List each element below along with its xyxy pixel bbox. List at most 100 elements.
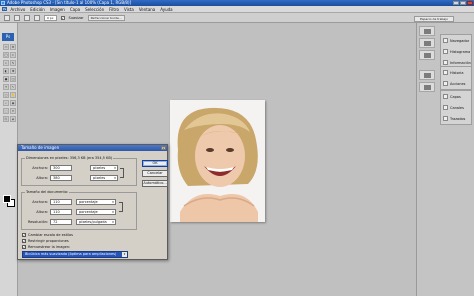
- move-tool-icon[interactable]: ✥: [10, 44, 16, 50]
- pen-tool-icon[interactable]: ✦: [10, 108, 16, 114]
- dialog-close-icon[interactable]: ×: [161, 146, 166, 150]
- info-icon[interactable]: [419, 50, 435, 60]
- menu-filtro[interactable]: Filtro: [109, 7, 119, 12]
- menu-capa[interactable]: Capa: [70, 7, 80, 12]
- menu-ayuda[interactable]: Ayuda: [160, 7, 172, 12]
- history-brush-tool-icon[interactable]: ◫: [10, 76, 16, 82]
- menu-edicion[interactable]: Edición: [30, 7, 44, 12]
- notes-tool-icon[interactable]: ⎘: [3, 116, 9, 122]
- scale-styles-checkbox[interactable]: ✓: [22, 233, 26, 237]
- resolution-unit-select[interactable]: píxeles/pulgada ▾: [76, 219, 116, 225]
- workspace-tab[interactable]: Espacio de trabajo: [414, 16, 454, 22]
- menu-ventana[interactable]: Ventana: [139, 7, 155, 12]
- minimize-button[interactable]: [453, 1, 459, 5]
- panel-channels[interactable]: Canales: [441, 102, 471, 113]
- resolution-unit-value: píxeles/pulgada: [79, 220, 107, 224]
- resample-option[interactable]: ✓ Remuestrear la imagen:: [22, 245, 70, 249]
- chevron-down-icon: ▾: [114, 166, 116, 170]
- navigator-icon[interactable]: [419, 26, 435, 36]
- panel-histogram-label: Histograma: [450, 49, 471, 54]
- ps-logo: Ps: [2, 33, 14, 41]
- chevron-down-icon: ▾: [112, 220, 114, 224]
- add-selection-icon[interactable]: [24, 14, 30, 21]
- subtract-selection-icon[interactable]: [34, 14, 40, 21]
- pixel-height-input[interactable]: 380: [50, 175, 72, 181]
- chevron-down-icon: ▾: [122, 252, 127, 257]
- doc-width-input[interactable]: 110: [50, 199, 72, 205]
- pixel-width-unit-value: píxeles: [93, 166, 106, 170]
- resample-method-value: Bicúbica más suavizada (óptima para ampl…: [25, 252, 117, 256]
- foreground-color-swatch[interactable]: [3, 195, 11, 203]
- antialias-checkbox[interactable]: ✓: [60, 15, 65, 20]
- crop-tool-icon[interactable]: ⌖: [3, 60, 9, 66]
- paths-icon: [443, 116, 448, 121]
- doc-height-unit-select[interactable]: porcentaje ▾: [76, 209, 116, 215]
- maximize-button[interactable]: [460, 1, 466, 5]
- panel-paths[interactable]: Trazados: [441, 113, 471, 124]
- pixel-link-bracket: [120, 168, 124, 178]
- ok-button[interactable]: OK: [142, 160, 168, 167]
- color-swatches[interactable]: [3, 195, 15, 207]
- panel-paths-label: Trazados: [450, 116, 466, 121]
- menu-archivo[interactable]: Archivo: [10, 7, 25, 12]
- menu-bar: Ps Archivo Edición Imagen Capa Selección…: [0, 6, 474, 13]
- pixel-width-label: Anchura:: [32, 166, 48, 170]
- magic-wand-tool-icon[interactable]: ✂: [10, 52, 16, 58]
- dialog-title: Tamaño de imagen: [18, 145, 167, 151]
- scale-styles-option[interactable]: ✓ Cambiar escala de estilos: [22, 233, 73, 237]
- toolbox: Ps ▭ ✥ ◯ ✂ ⌖ ✎ ◐ ✚ ● ◫ T ↖ ▢ ✋ ⌕ ◉ ⬚ ✦ ⎘…: [0, 23, 18, 296]
- constrain-proportions-option[interactable]: ✓ Restringir proporciones: [22, 239, 69, 243]
- path-selection-tool-icon[interactable]: ↖: [10, 84, 16, 90]
- resample-method-select[interactable]: Bicúbica más suavizada (óptima para ampl…: [22, 251, 128, 258]
- slice-tool-icon[interactable]: ✎: [10, 60, 16, 66]
- constrain-proportions-label: Restringir proporciones: [28, 239, 69, 243]
- stamp-tool-icon[interactable]: ●: [3, 76, 9, 82]
- shape-tool-icon[interactable]: ▢: [3, 92, 9, 98]
- new-selection-icon[interactable]: [14, 14, 20, 21]
- doc-height-input[interactable]: 110: [50, 209, 72, 215]
- pixel-height-unit-select[interactable]: píxeles ▾: [90, 175, 118, 181]
- actions-icon[interactable]: [419, 82, 435, 92]
- feather-input[interactable]: 0 px: [44, 14, 57, 21]
- auto-button[interactable]: Automático...: [142, 180, 168, 187]
- brush-tool-icon[interactable]: ✚: [10, 68, 16, 74]
- doc-width-unit-select[interactable]: porcentaje ▾: [76, 199, 116, 205]
- histogram-icon[interactable]: [419, 38, 435, 48]
- resolution-input[interactable]: 72: [50, 219, 72, 225]
- tool-preset-picker[interactable]: [4, 14, 10, 21]
- pixel-height-label: Altura:: [36, 176, 48, 180]
- panel-history[interactable]: Historia: [441, 67, 471, 78]
- eyedropper-tool-icon[interactable]: ◈: [10, 116, 16, 122]
- ps-menu-logo[interactable]: Ps: [2, 7, 8, 11]
- hand-tool-icon[interactable]: ✋: [10, 92, 16, 98]
- resample-checkbox[interactable]: ✓: [22, 245, 26, 249]
- menu-seleccion[interactable]: Selección: [85, 7, 104, 12]
- pixel-width-input[interactable]: 300: [50, 165, 72, 171]
- zoom-tool-icon[interactable]: ⌕: [3, 100, 9, 106]
- panel-actions[interactable]: Acciones: [441, 78, 471, 89]
- refine-edge-button[interactable]: Perfeccionar borde...: [87, 14, 125, 21]
- doc-height-label: Altura:: [36, 210, 48, 214]
- menu-imagen[interactable]: Imagen: [50, 7, 65, 12]
- pixel-width-unit-select[interactable]: píxeles ▾: [90, 165, 118, 171]
- panel-navigator[interactable]: Navegador: [441, 35, 471, 46]
- constrain-proportions-checkbox[interactable]: ✓: [22, 239, 26, 243]
- cancel-button[interactable]: Cancelar: [142, 170, 168, 177]
- history-icon: [443, 70, 448, 75]
- panel-histogram[interactable]: Histograma: [441, 46, 471, 57]
- history-icon[interactable]: [419, 70, 435, 80]
- healing-tool-icon[interactable]: ◐: [3, 68, 9, 74]
- lasso-tool-icon[interactable]: ◯: [3, 52, 9, 58]
- panel-layers[interactable]: Capas: [441, 91, 471, 102]
- marquee-tool-icon[interactable]: ▭: [3, 44, 9, 50]
- type-tool-icon[interactable]: T: [3, 84, 9, 90]
- document-image[interactable]: [170, 100, 265, 222]
- workspace-well: Espacio de trabajo: [414, 14, 454, 22]
- menu-vista[interactable]: Vista: [124, 7, 134, 12]
- panel-group-navigator: Navegador Histograma Información: [440, 34, 472, 69]
- actions-icon: [443, 81, 448, 86]
- close-window-button[interactable]: [467, 1, 473, 5]
- eraser-tool-icon[interactable]: ⬚: [3, 108, 9, 114]
- portrait-photo: [170, 100, 265, 222]
- dodge-tool-icon[interactable]: ◉: [10, 100, 16, 106]
